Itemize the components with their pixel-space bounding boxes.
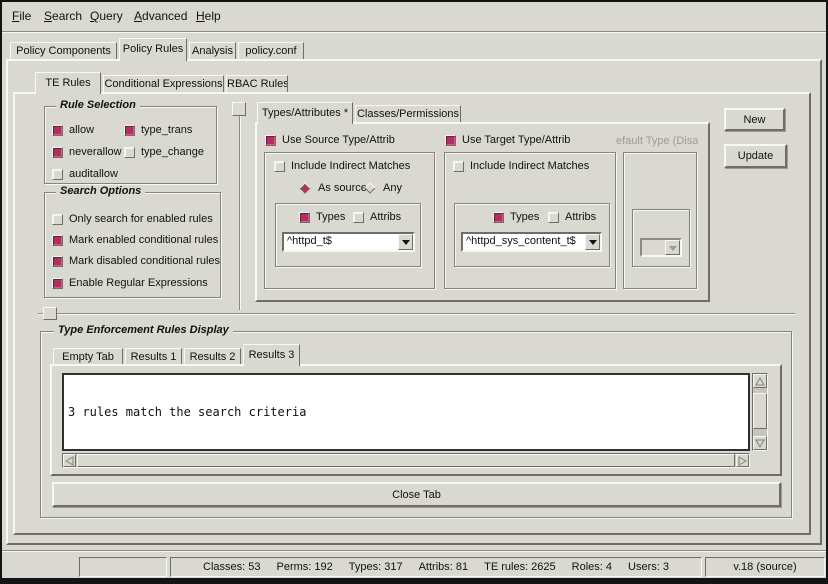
- tab-types-attributes[interactable]: Types/Attributes *: [257, 102, 353, 124]
- results-horizontal-scrollbar[interactable]: [62, 453, 750, 468]
- policy-version: v.18 (source): [733, 561, 796, 573]
- tab-policy-rules[interactable]: Policy Rules: [119, 38, 187, 61]
- types-attributes-frame: [255, 122, 710, 302]
- menu-bar: File Search Query Advanced Help: [2, 2, 826, 32]
- policy-stats: Classes: 53 Perms: 192 Types: 317 Attrib…: [203, 561, 669, 573]
- tab-rbac-rules[interactable]: RBAC Rules: [226, 75, 288, 92]
- tab-classes-permissions[interactable]: Classes/Permissions: [355, 105, 461, 122]
- apol-window: File Search Query Advanced Help Policy C…: [0, 0, 828, 584]
- scroll-down-button[interactable]: [753, 436, 767, 450]
- statusbar-separator: [2, 550, 826, 551]
- tab-policy-components[interactable]: Policy Components: [10, 42, 117, 59]
- tab-results-2[interactable]: Results 2: [184, 348, 241, 364]
- stat-te-rules: TE rules: 2625: [484, 561, 556, 573]
- results-blank-line: [68, 447, 744, 451]
- search-options-title: Search Options: [56, 185, 145, 197]
- arrow-right-icon: [738, 456, 747, 466]
- statusbar-stats-segment: Classes: 53 Perms: 192 Types: 317 Attrib…: [170, 557, 702, 577]
- stat-classes: Classes: 53: [203, 561, 260, 573]
- menu-search[interactable]: Search: [44, 9, 82, 23]
- scroll-right-button[interactable]: [736, 454, 749, 467]
- menu-query[interactable]: Query: [90, 9, 123, 23]
- tab-empty-tab[interactable]: Empty Tab: [53, 348, 123, 364]
- tab-te-rules[interactable]: TE Rules: [35, 72, 101, 94]
- horizontal-sash-handle[interactable]: [43, 307, 57, 320]
- checkbox-label: Use Target Type/Attrib: [462, 134, 570, 146]
- checkbox-use-target-type[interactable]: Use Target Type/Attrib: [445, 134, 570, 146]
- checkbox-use-source-type[interactable]: Use Source Type/Attrib: [265, 134, 395, 146]
- default-type-label: efault Type (Disa: [616, 135, 698, 147]
- tab-policy-conf[interactable]: policy.conf: [238, 42, 304, 59]
- scrollbar-thumb[interactable]: [77, 454, 735, 467]
- tab-conditional-expressions[interactable]: Conditional Expressions: [103, 75, 224, 92]
- statusbar-empty-segment: [79, 557, 167, 577]
- scroll-up-button[interactable]: [753, 374, 767, 388]
- results-vertical-scrollbar[interactable]: [752, 373, 768, 451]
- tab-analysis[interactable]: Analysis: [189, 42, 236, 59]
- stat-types: Types: 317: [349, 561, 403, 573]
- stat-attribs: Attribs: 81: [419, 561, 469, 573]
- scroll-left-button[interactable]: [63, 454, 76, 467]
- te-rules-display-title: Type Enforcement Rules Display: [54, 324, 233, 336]
- checkbox-indicator: [265, 135, 276, 146]
- stat-users: Users: 3: [628, 561, 669, 573]
- scrollbar-thumb[interactable]: [753, 393, 767, 429]
- results-summary: 3 rules match the search criteria: [68, 405, 744, 419]
- menu-file[interactable]: File: [12, 9, 31, 23]
- checkbox-label: Use Source Type/Attrib: [282, 134, 395, 146]
- arrow-up-icon: [755, 377, 765, 386]
- rule-selection-title: Rule Selection: [56, 99, 140, 111]
- checkbox-indicator: [445, 135, 456, 146]
- arrow-left-icon: [65, 456, 74, 466]
- stat-perms: Perms: 192: [277, 561, 333, 573]
- menu-help[interactable]: Help: [196, 9, 221, 23]
- tab-results-1[interactable]: Results 1: [125, 348, 182, 364]
- arrow-down-icon: [755, 439, 765, 448]
- results-text-area[interactable]: 3 rules match the search criteria (5822)…: [62, 373, 750, 451]
- statusbar-version-segment: v.18 (source): [705, 557, 825, 577]
- tab-results-3[interactable]: Results 3: [243, 344, 300, 366]
- menu-advanced[interactable]: Advanced: [134, 9, 187, 23]
- stat-roles: Roles: 4: [572, 561, 612, 573]
- vertical-sash-handle[interactable]: [232, 102, 246, 116]
